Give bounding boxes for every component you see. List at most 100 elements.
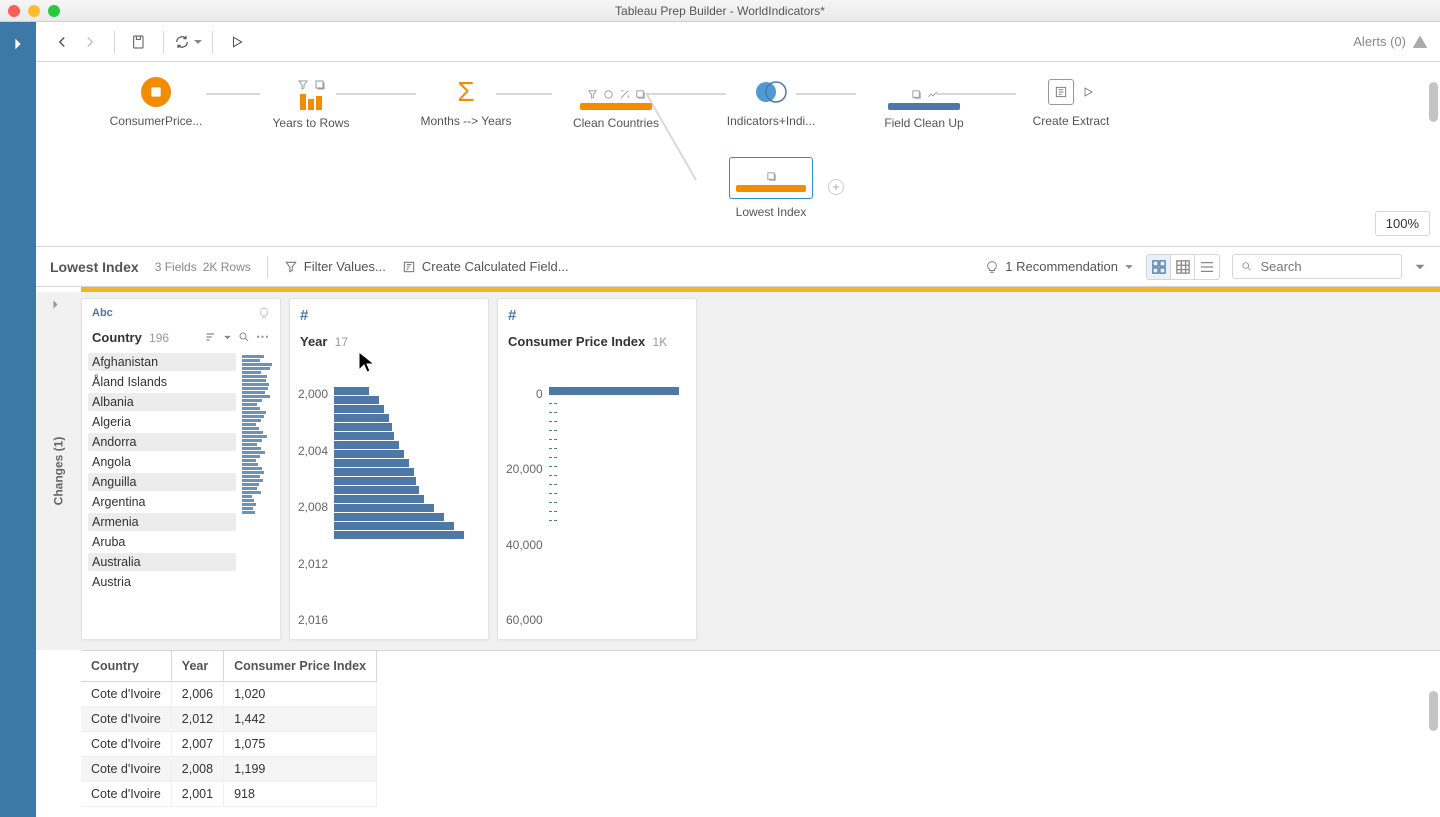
- minimize-icon[interactable]: [28, 5, 40, 17]
- country-value[interactable]: Åland Islands: [88, 373, 236, 391]
- table-row[interactable]: Cote d'Ivoire2,0121,442: [81, 707, 377, 732]
- table-cell: 1,075: [224, 732, 377, 757]
- cpi-axis: 020,00040,00060,000: [506, 387, 549, 627]
- filter-values-button[interactable]: Filter Values...: [284, 259, 386, 274]
- lightbulb-icon: [985, 260, 999, 274]
- create-calc-button[interactable]: Create Calculated Field...: [402, 259, 569, 274]
- year-axis: 2,0002,0042,0082,0122,016: [298, 387, 334, 627]
- table-cell: Cote d'Ivoire: [81, 732, 171, 757]
- refresh-button[interactable]: [174, 28, 202, 56]
- zoom-indicator[interactable]: 100%: [1375, 211, 1430, 236]
- search-input[interactable]: [1258, 258, 1393, 275]
- close-icon[interactable]: [8, 5, 20, 17]
- more-icon[interactable]: ⋯: [256, 329, 270, 345]
- lightbulb-icon: [258, 307, 270, 319]
- country-value[interactable]: Angola: [88, 453, 236, 471]
- country-histogram: [242, 353, 274, 631]
- flow-node-pivot[interactable]: Years to Rows: [251, 68, 371, 130]
- add-step-button[interactable]: +: [828, 179, 844, 195]
- chevron-down-icon: [1124, 262, 1134, 272]
- alert-icon: [1412, 34, 1428, 50]
- play-icon[interactable]: [1082, 86, 1094, 98]
- back-button[interactable]: [48, 28, 76, 56]
- cpi-bars: [549, 387, 682, 627]
- profile-card-year[interactable]: # Year 17 2,0002,0042,0082,0122,016: [289, 298, 489, 640]
- scrollbar-handle[interactable]: [1429, 82, 1438, 122]
- country-value[interactable]: Armenia: [88, 513, 236, 531]
- node-label: Indicators+Indi...: [711, 114, 831, 128]
- country-value[interactable]: Australia: [88, 553, 236, 571]
- table-cell: 1,442: [224, 707, 377, 732]
- node-label: Lowest Index: [696, 205, 846, 219]
- country-value[interactable]: Austria: [88, 573, 236, 591]
- save-button[interactable]: [125, 28, 153, 56]
- table-row[interactable]: Cote d'Ivoire2,0081,199: [81, 757, 377, 782]
- sort-icon[interactable]: [205, 331, 217, 343]
- profile-card-cpi[interactable]: # Consumer Price Index 1K 020,00040,0006…: [497, 298, 697, 640]
- connections-sidebar[interactable]: [0, 22, 36, 817]
- alerts-indicator[interactable]: Alerts (0): [1353, 34, 1428, 50]
- table-row[interactable]: Cote d'Ivoire2,0061,020: [81, 682, 377, 707]
- forward-button[interactable]: [76, 28, 104, 56]
- country-values[interactable]: Afghanistan Åland Islands Albania Algeria An…: [88, 353, 236, 631]
- type-string-icon: Abc: [92, 307, 113, 319]
- data-grid[interactable]: CountryYearConsumer Price Index Cote d'I…: [81, 650, 1440, 817]
- node-label: Create Extract: [1011, 114, 1131, 128]
- table-cell: 2,007: [171, 732, 223, 757]
- search-icon: [1241, 260, 1252, 273]
- country-value[interactable]: Andorra: [88, 433, 236, 451]
- view-list-icon[interactable]: [1171, 255, 1195, 279]
- table-row[interactable]: Cote d'Ivoire2,001918: [81, 782, 377, 807]
- flow-node-lowest-index[interactable]: + Lowest Index: [696, 157, 846, 219]
- flow-node-clean-countries[interactable]: Clean Countries: [556, 68, 676, 130]
- country-value[interactable]: Algeria: [88, 413, 236, 431]
- run-flow-button[interactable]: [223, 28, 251, 56]
- column-header[interactable]: Year: [171, 651, 223, 682]
- column-header[interactable]: Country: [81, 651, 171, 682]
- table-row[interactable]: Cote d'Ivoire2,0071,075: [81, 732, 377, 757]
- app-toolbar: Alerts (0): [36, 22, 1440, 62]
- flow-node-clean-fields[interactable]: Field Clean Up: [864, 68, 984, 130]
- field-count: 196: [149, 331, 169, 345]
- type-number-icon: #: [508, 307, 516, 324]
- node-label: Clean Countries: [556, 116, 676, 130]
- window-titlebar: Tableau Prep Builder - WorldIndicators*: [0, 0, 1440, 22]
- changes-tab[interactable]: Changes (1): [42, 292, 74, 650]
- search-box[interactable]: [1232, 254, 1402, 279]
- table-cell: 2,006: [171, 682, 223, 707]
- flow-node-output[interactable]: Create Extract: [1011, 76, 1131, 128]
- country-value[interactable]: Argentina: [88, 493, 236, 511]
- chevron-down-icon[interactable]: [223, 333, 232, 342]
- country-value[interactable]: Afghanistan: [88, 353, 236, 371]
- table-cell: 1,199: [224, 757, 377, 782]
- flow-node-input[interactable]: ConsumerPrice...: [96, 76, 216, 128]
- search-icon[interactable]: [238, 331, 250, 343]
- column-header[interactable]: Consumer Price Index: [224, 651, 377, 682]
- chevron-right-icon: [11, 37, 25, 51]
- flow-node-join[interactable]: Indicators+Indi...: [711, 76, 831, 128]
- country-value[interactable]: Anguilla: [88, 473, 236, 491]
- maximize-icon[interactable]: [48, 5, 60, 17]
- changes-label: Changes (1): [51, 437, 65, 506]
- table-cell: Cote d'Ivoire: [81, 757, 171, 782]
- recommendations-button[interactable]: 1 Recommendation: [985, 259, 1134, 274]
- flow-node-aggregate[interactable]: Σ Months --> Years: [406, 76, 526, 128]
- window-title: Tableau Prep Builder - WorldIndicators*: [615, 4, 825, 18]
- table-cell: Cote d'Ivoire: [81, 707, 171, 732]
- collapse-panel-icon[interactable]: [1414, 261, 1426, 273]
- view-profile-icon[interactable]: [1147, 255, 1171, 279]
- table-cell: 1,020: [224, 682, 377, 707]
- country-value[interactable]: Albania: [88, 393, 236, 411]
- view-toggle[interactable]: [1146, 254, 1220, 280]
- scrollbar-handle[interactable]: [1429, 691, 1438, 731]
- table-header-row: CountryYearConsumer Price Index: [81, 651, 377, 682]
- flow-canvas[interactable]: ConsumerPrice... Years to Rows Σ Months …: [36, 62, 1440, 247]
- rec-label: 1 Recommendation: [1005, 259, 1118, 274]
- country-value[interactable]: Aruba: [88, 533, 236, 551]
- alerts-label: Alerts (0): [1353, 34, 1406, 49]
- calc-label: Create Calculated Field...: [422, 259, 569, 274]
- table-cell: 2,001: [171, 782, 223, 807]
- view-grid-icon[interactable]: [1195, 255, 1219, 279]
- node-label: ConsumerPrice...: [96, 114, 216, 128]
- profile-card-country[interactable]: Abc Country 196 ⋯: [81, 298, 281, 640]
